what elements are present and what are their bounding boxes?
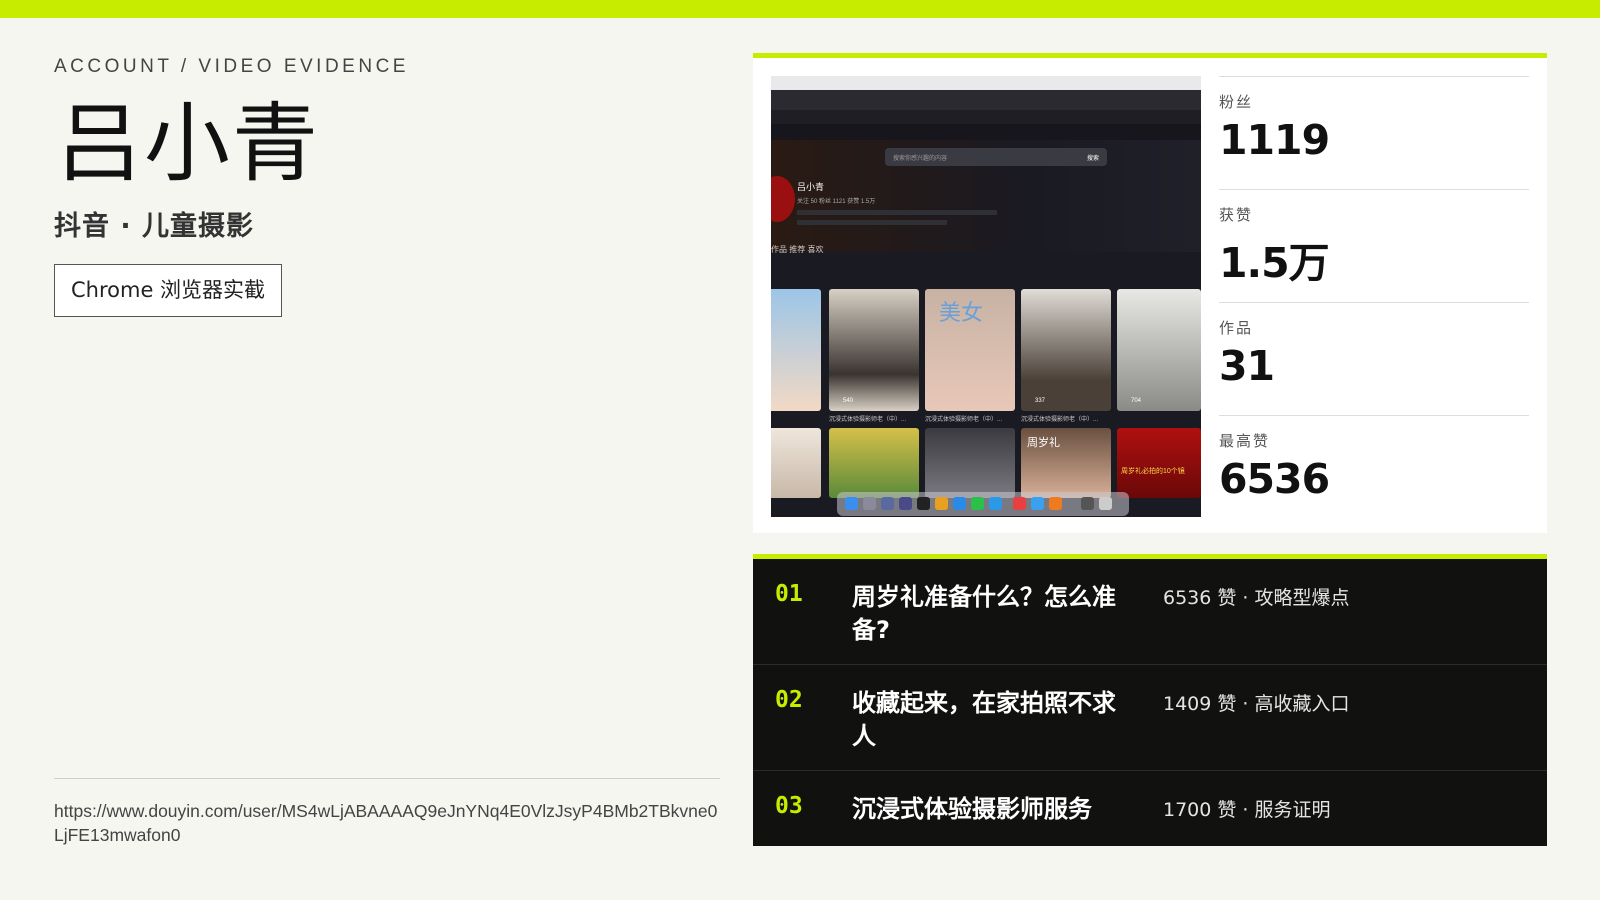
browser-screenshot: 搜索你感兴趣的内容 搜索 吕小青 关注 50 粉丝 1121 获赞 1.5万 作… — [771, 76, 1201, 517]
account-name-title: 吕小青 — [56, 94, 320, 194]
screenshot-search-box: 搜索你感兴趣的内容 搜索 — [885, 148, 1107, 166]
profile-url[interactable]: https://www.douyin.com/user/MS4wLjABAAAA… — [54, 799, 720, 847]
mac-menu-bar — [771, 76, 1201, 90]
item-meta: 6536 赞 · 攻略型爆点 — [1163, 587, 1350, 609]
item-title: 收藏起来，在家拍照不求人 — [852, 689, 1116, 750]
top-videos-list: 01 周岁礼准备什么？怎么准备? 6536 赞 · 攻略型爆点 02 收藏起来，… — [753, 554, 1547, 846]
stat-value: 1119 — [1219, 116, 1330, 164]
account-stats: 粉丝 1119 获赞 1.5万 作品 31 最高赞 6536 — [1219, 76, 1529, 528]
screenshot-bio-line — [797, 210, 997, 215]
video-thumb — [1021, 289, 1111, 411]
stat-label: 作品 — [1219, 319, 1254, 337]
video-thumb: 美女 — [925, 289, 1015, 411]
video-thumb — [771, 428, 821, 498]
video-thumb — [1117, 289, 1201, 411]
item-title: 沉浸式体验摄影师服务 — [852, 795, 1092, 823]
screenshot-profile-name: 吕小青 — [797, 182, 825, 192]
browser-address-bar — [771, 110, 1201, 124]
item-meta: 1409 赞 · 高收藏入口 — [1163, 693, 1350, 715]
item-number: 01 — [775, 581, 803, 607]
divider — [54, 778, 720, 779]
stat-followers: 粉丝 1119 — [1219, 76, 1529, 189]
mac-dock — [837, 492, 1129, 516]
browser-tab-strip — [771, 90, 1201, 110]
screenshot-tabs: 作品 推荐 喜欢 — [771, 245, 824, 254]
browser-bookmark-bar — [771, 124, 1201, 140]
video-thumb — [771, 289, 821, 411]
stat-top-likes: 最高赞 6536 — [1219, 415, 1529, 528]
stat-value: 6536 — [1219, 455, 1330, 503]
item-meta: 1700 赞 · 服务证明 — [1163, 799, 1331, 821]
accent-top-bar — [0, 0, 1600, 18]
list-item: 03 沉浸式体验摄影师服务 1700 赞 · 服务证明 — [753, 771, 1547, 851]
stat-label: 获赞 — [1219, 206, 1254, 224]
video-thumb: 周岁礼 — [1021, 428, 1111, 498]
item-number: 02 — [775, 687, 803, 713]
video-thumb — [829, 289, 919, 411]
list-item: 01 周岁礼准备什么？怎么准备? 6536 赞 · 攻略型爆点 — [753, 559, 1547, 665]
item-title: 周岁礼准备什么？怎么准备? — [852, 583, 1116, 644]
stat-works: 作品 31 — [1219, 302, 1529, 415]
item-number: 03 — [775, 793, 803, 819]
video-thumb — [829, 428, 919, 498]
source-badge: Chrome 浏览器实截 — [54, 264, 283, 317]
stat-value: 31 — [1219, 342, 1275, 390]
section-eyebrow: ACCOUNT / VIDEO EVIDENCE — [54, 56, 409, 77]
stat-label: 最高赞 — [1219, 432, 1271, 450]
stat-label: 粉丝 — [1219, 93, 1254, 111]
stat-value: 1.5万 — [1219, 239, 1330, 287]
screenshot-profile-stats: 关注 50 粉丝 1121 获赞 1.5万 — [797, 199, 876, 205]
account-platform-subtitle: 抖音 · 儿童摄影 — [54, 211, 255, 242]
list-item: 02 收藏起来，在家拍照不求人 1409 赞 · 高收藏入口 — [753, 665, 1547, 771]
video-thumb — [925, 428, 1015, 498]
evidence-card: 搜索你感兴趣的内容 搜索 吕小青 关注 50 粉丝 1121 获赞 1.5万 作… — [753, 53, 1547, 533]
video-thumb: 周岁礼必拍的10个镜 — [1117, 428, 1201, 498]
stat-likes: 获赞 1.5万 — [1219, 189, 1529, 302]
screenshot-bio-line — [797, 220, 947, 225]
